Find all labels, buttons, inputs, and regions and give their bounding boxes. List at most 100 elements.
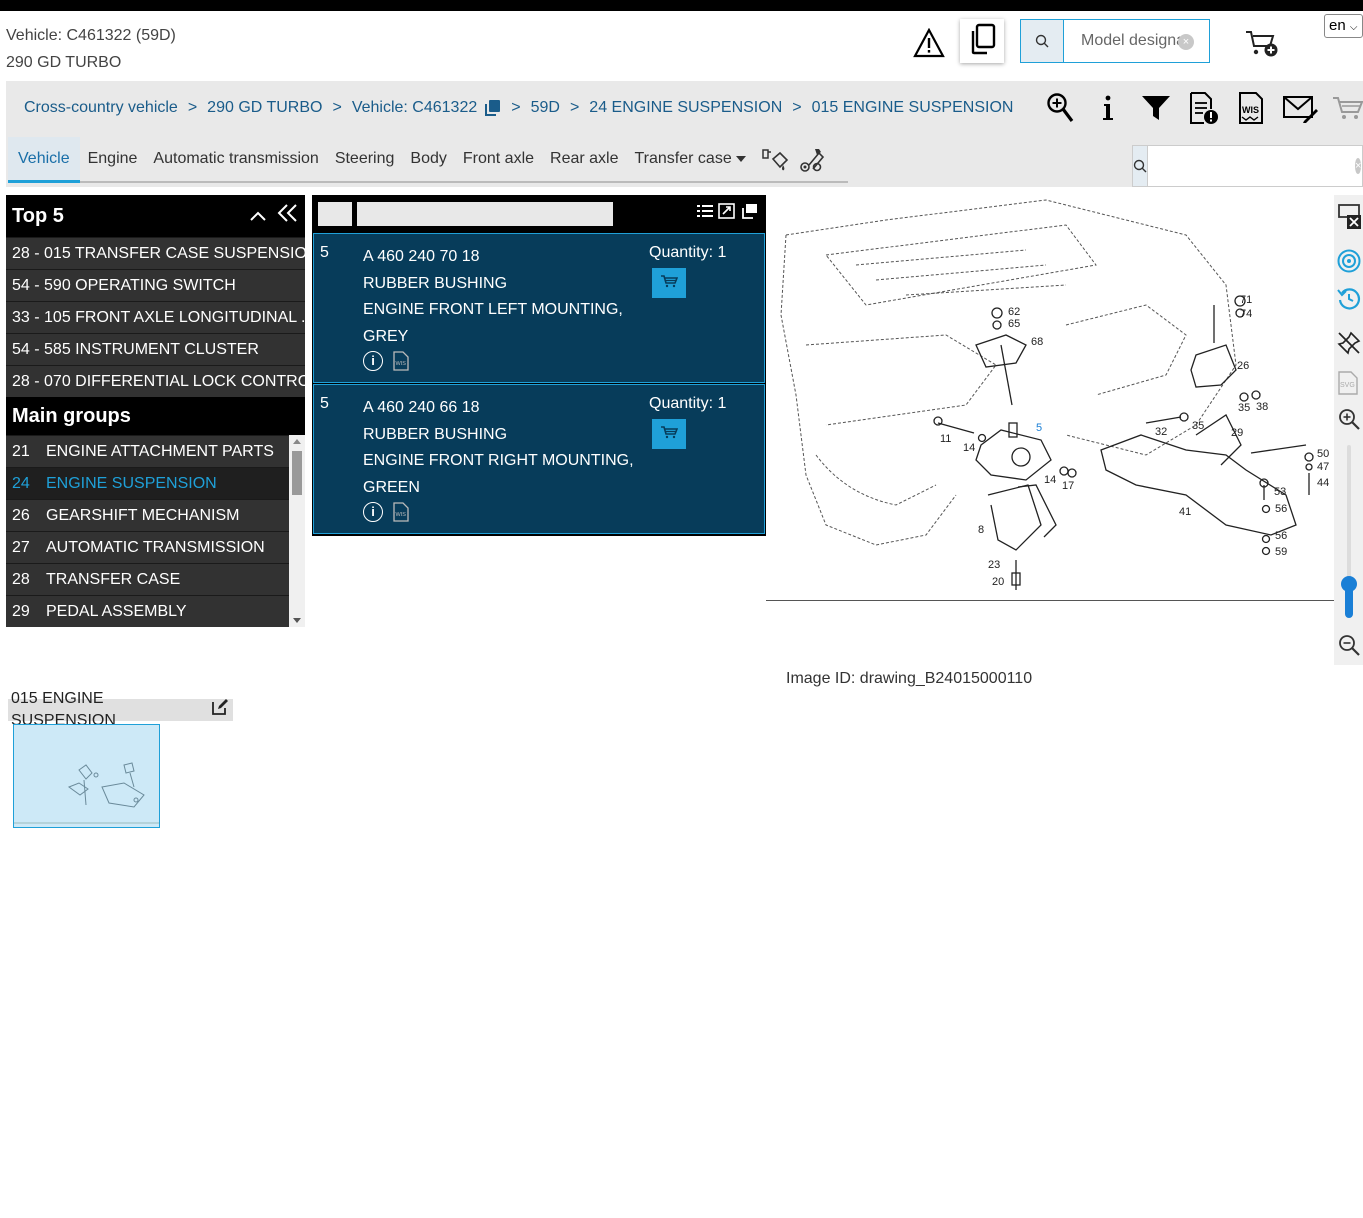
part-description: ENGINE FRONT LEFT MOUNTING, bbox=[363, 301, 623, 318]
add-to-cart-button[interactable] bbox=[652, 268, 686, 298]
svg-text:29: 29 bbox=[1231, 427, 1243, 439]
list-view-icon[interactable] bbox=[696, 203, 714, 224]
svg-text:65: 65 bbox=[1008, 318, 1020, 330]
breadcrumb-item-sub-group[interactable]: 015 ENGINE SUSPENSION bbox=[812, 99, 1014, 117]
warning-icon[interactable] bbox=[913, 27, 945, 58]
cart-add-icon[interactable] bbox=[1244, 28, 1280, 60]
svg-text:8: 8 bbox=[978, 524, 984, 536]
part-quantity: Quantity: 1 bbox=[649, 244, 727, 261]
group-number: 26 bbox=[12, 507, 30, 524]
breadcrumb-item-vehicle[interactable]: Vehicle: C461322 bbox=[352, 99, 477, 117]
scroll-thumb[interactable] bbox=[292, 451, 302, 495]
svg-text:26: 26 bbox=[1237, 360, 1249, 372]
info-icon[interactable]: i bbox=[363, 502, 383, 522]
parts-drawing[interactable]: 62 65 68 11 14 5 14 17 8 23 20 71 74 26 35 38 32… bbox=[766, 195, 1334, 601]
copy-vin-button[interactable] bbox=[960, 19, 1004, 63]
breadcrumb-item-model[interactable]: 290 GD TURBO bbox=[207, 99, 322, 117]
group-number: 24 bbox=[12, 475, 30, 492]
history-icon[interactable] bbox=[1337, 287, 1361, 311]
toolbar: WIS bbox=[1036, 91, 1363, 125]
tab-vehicle[interactable]: Vehicle bbox=[8, 137, 80, 183]
language-value: en bbox=[1329, 17, 1346, 34]
zoom-slider-handle[interactable] bbox=[1341, 576, 1357, 592]
filter-icon[interactable] bbox=[1132, 91, 1180, 125]
unpin-icon[interactable] bbox=[1337, 331, 1361, 355]
info-icon[interactable]: i bbox=[363, 351, 383, 371]
clear-icon[interactable]: × bbox=[1355, 158, 1362, 174]
part-filter-input[interactable] bbox=[357, 202, 613, 226]
part-row[interactable]: 5 A 460 240 70 18 RUBBER BUSHING ENGINE … bbox=[313, 233, 765, 383]
group-label: ENGINE SUSPENSION bbox=[46, 475, 217, 492]
paint-parts-icon[interactable] bbox=[760, 137, 790, 183]
tab-body[interactable]: Body bbox=[402, 137, 454, 183]
part-number: A 460 240 70 18 bbox=[363, 248, 480, 265]
wis-document-icon[interactable]: WIS bbox=[393, 502, 409, 527]
zoom-search-icon[interactable] bbox=[1036, 91, 1084, 125]
group-label: ENGINE ATTACHMENT PARTS bbox=[46, 443, 274, 460]
group-label: AUTOMATIC TRANSMISSION bbox=[46, 539, 265, 556]
tab-automatic-transmission[interactable]: Automatic transmission bbox=[145, 137, 326, 183]
info-icon[interactable] bbox=[1084, 91, 1132, 125]
scroll-up-icon[interactable] bbox=[293, 439, 301, 444]
scroll-down-icon[interactable] bbox=[293, 618, 301, 623]
cart-icon[interactable] bbox=[1324, 91, 1363, 125]
language-select[interactable]: en ⌵ bbox=[1324, 14, 1363, 38]
top5-item[interactable]: 54 - 585 INSTRUMENT CLUSTER bbox=[6, 333, 305, 365]
main-group-item[interactable]: 21 ENGINE ATTACHMENT PARTS bbox=[6, 435, 289, 467]
breadcrumb-item-vehicle-class[interactable]: Cross-country vehicle bbox=[24, 99, 178, 117]
breadcrumb-item-main-group[interactable]: 24 ENGINE SUSPENSION bbox=[589, 99, 782, 117]
clear-icon[interactable]: × bbox=[1178, 34, 1194, 50]
group-label: PEDAL ASSEMBLY bbox=[46, 603, 187, 620]
svg-text:47: 47 bbox=[1317, 461, 1329, 473]
model-designation-input[interactable] bbox=[1064, 20, 1184, 62]
part-row[interactable]: 5 A 460 240 66 18 RUBBER BUSHING ENGINE … bbox=[313, 384, 765, 534]
main-group-item-active[interactable]: 24 ENGINE SUSPENSION bbox=[6, 467, 289, 499]
main-group-item[interactable]: 28 TRANSFER CASE bbox=[6, 563, 289, 595]
tab-front-axle[interactable]: Front axle bbox=[455, 137, 542, 183]
main-group-item[interactable]: 27 AUTOMATIC TRANSMISSION bbox=[6, 531, 289, 563]
search-icon[interactable] bbox=[1133, 146, 1148, 186]
tab-engine[interactable]: Engine bbox=[80, 137, 146, 183]
collapse-panel-icon[interactable] bbox=[277, 203, 299, 229]
svg-file-icon[interactable]: SVG bbox=[1337, 371, 1361, 395]
part-search-input[interactable] bbox=[1148, 146, 1355, 186]
document-alert-icon[interactable] bbox=[1180, 91, 1228, 125]
top-black-bar bbox=[0, 0, 1363, 11]
main-group-item[interactable]: 29 PEDAL ASSEMBLY bbox=[6, 595, 289, 627]
expand-icon[interactable] bbox=[718, 203, 736, 224]
vehicle-info: Vehicle: C461322 (59D) 290 GD TURBO bbox=[6, 22, 176, 76]
top5-item[interactable]: 28 - 070 DIFFERENTIAL LOCK CONTROL bbox=[6, 365, 305, 397]
tab-rear-axle[interactable]: Rear axle bbox=[542, 137, 626, 183]
top5-item[interactable]: 33 - 105 FRONT AXLE LONGITUDINAL ... bbox=[6, 301, 305, 333]
svg-text:11: 11 bbox=[940, 433, 951, 445]
drawing-thumbnail[interactable] bbox=[13, 724, 160, 828]
chevron-up-icon[interactable] bbox=[249, 205, 267, 228]
wis-document-icon[interactable]: WIS bbox=[1228, 91, 1276, 125]
svg-text:53: 53 bbox=[1274, 486, 1286, 498]
tab-steering[interactable]: Steering bbox=[327, 137, 403, 183]
mail-edit-icon[interactable] bbox=[1276, 91, 1324, 125]
breadcrumb-item-engine-code[interactable]: 59D bbox=[531, 99, 560, 117]
group-number: 21 bbox=[12, 443, 30, 460]
tools-parts-icon[interactable] bbox=[796, 137, 826, 183]
zoom-out-icon[interactable] bbox=[1337, 633, 1361, 657]
zoom-in-icon[interactable] bbox=[1337, 407, 1361, 431]
part-details: A 460 240 66 18 RUBBER BUSHING ENGINE FR… bbox=[363, 395, 634, 501]
target-icon[interactable] bbox=[1337, 249, 1361, 273]
groups-scrollbar[interactable] bbox=[289, 435, 305, 627]
top5-item[interactable]: 54 - 590 OPERATING SWITCH bbox=[6, 269, 305, 301]
wis-document-icon[interactable]: WIS bbox=[393, 351, 409, 376]
position-filter-input[interactable] bbox=[318, 202, 352, 226]
part-actions: i WIS bbox=[363, 502, 409, 527]
part-name: RUBBER BUSHING bbox=[363, 274, 508, 292]
search-icon[interactable] bbox=[1021, 20, 1064, 62]
part-details: A 460 240 70 18 RUBBER BUSHING ENGINE FR… bbox=[363, 244, 623, 350]
add-to-cart-button[interactable] bbox=[652, 419, 686, 449]
main-group-item[interactable]: 26 GEARSHIFT MECHANISM bbox=[6, 499, 289, 531]
popout-icon[interactable] bbox=[740, 203, 758, 224]
print-close-icon[interactable] bbox=[1337, 203, 1361, 229]
edit-icon[interactable] bbox=[211, 698, 229, 723]
copy-icon[interactable] bbox=[483, 99, 501, 117]
top5-item[interactable]: 28 - 015 TRANSFER CASE SUSPENSIO... bbox=[6, 237, 305, 269]
tab-transfer-case[interactable]: Transfer case bbox=[627, 137, 754, 183]
